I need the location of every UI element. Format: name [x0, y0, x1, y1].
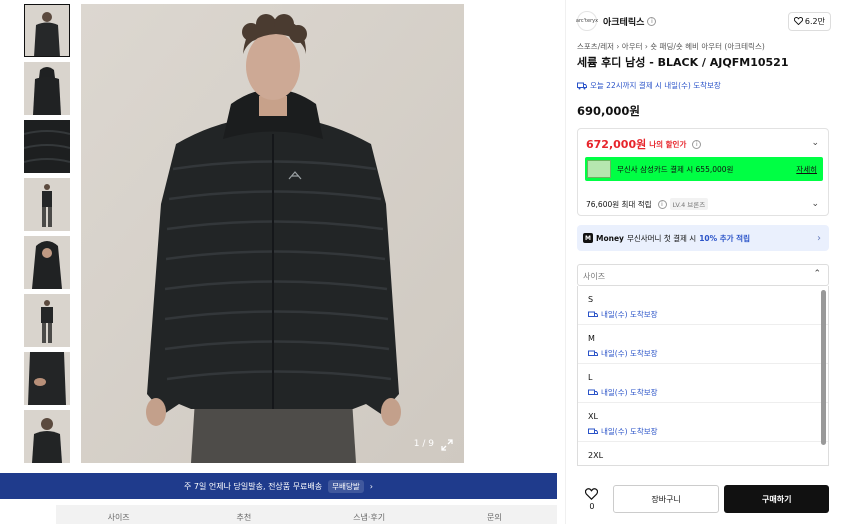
truck-icon	[588, 311, 598, 317]
column-divider	[565, 0, 566, 524]
thumbnail-hood[interactable]	[24, 236, 70, 289]
size-label: XL	[588, 412, 598, 421]
tab-size[interactable]: 사이즈	[56, 505, 182, 524]
product-title: 세륨 후디 남성 - BLACK / AJQFM10521	[577, 56, 789, 69]
level-badge: LV.4 브론즈	[669, 198, 709, 210]
thumbnail-pocket[interactable]	[24, 352, 70, 405]
banner-badge: 무배당발	[328, 479, 364, 493]
points-info-icon[interactable]: i	[657, 199, 667, 209]
size-label: S	[588, 295, 594, 304]
product-info-panel: arc'teryx 아크테릭스 i 6.2만 스포츠/레저 › 아우터 › 숏 …	[570, 0, 850, 524]
tab-info[interactable]	[0, 505, 56, 524]
add-to-cart-button[interactable]: 장바구니	[612, 485, 720, 513]
thumbnail-collar[interactable]	[24, 410, 70, 463]
musinsa-money-promo[interactable]: M Money 무신사머니 첫 결제 시 10% 추가 적립 ›	[577, 225, 829, 251]
thumbnail-front[interactable]	[24, 4, 70, 57]
brand-row: arc'teryx 아크테릭스 i 6.2만	[576, 11, 831, 31]
product-tabs: 사이즈 추천 스냅·후기 문의	[0, 505, 557, 524]
buy-now-button[interactable]: 구매하기	[724, 485, 829, 513]
size-label: M	[588, 334, 595, 343]
discount-info-icon[interactable]: i	[692, 139, 702, 149]
delivery-guarantee: 오늘 22시까지 결제 시 내일(수) 도착보장	[577, 80, 721, 91]
card-detail-link[interactable]: 자세히	[796, 164, 817, 175]
expand-icon[interactable]	[440, 438, 454, 452]
like-count: 0	[589, 501, 595, 511]
size-option-xl[interactable]: XL 내일(수) 도착보장	[578, 403, 828, 442]
size-delivery: 내일(수) 도착보장	[588, 309, 818, 320]
heart-icon	[793, 17, 803, 25]
chevron-right-icon: ›	[369, 481, 373, 491]
truck-icon	[588, 350, 598, 356]
size-label: 2XL	[588, 451, 604, 460]
original-price: 690,000원	[577, 104, 640, 118]
size-option-s[interactable]: S 내일(수) 도착보장	[578, 286, 828, 325]
points-text: 76,600원 최대 적립	[586, 199, 652, 209]
money-highlight: 10% 추가 적립	[699, 233, 750, 243]
size-delivery: 내일(수) 도착보장	[588, 387, 818, 398]
heart-icon	[585, 487, 599, 500]
brand-like-count: 6.2만	[804, 16, 825, 26]
size-label: L	[588, 373, 593, 382]
thumbnail-back[interactable]	[24, 62, 70, 115]
size-delivery-text: 내일(수) 도착보장	[601, 427, 658, 436]
size-dropdown-list: S 내일(수) 도착보장 M 내일(수) 도착보장 L 내일(수) 도착보장 X…	[577, 286, 829, 466]
chevron-down-icon[interactable]: ⌄	[811, 138, 819, 148]
brand-like-button[interactable]: 6.2만	[787, 11, 831, 31]
money-logo-icon: M	[583, 233, 593, 243]
free-shipping-banner[interactable]: 주 7일 언제나 당일발송, 전상품 무료배송 무배당발 ›	[0, 473, 557, 499]
discount-label: 나의 할인가	[649, 139, 687, 149]
tab-inquiry[interactable]: 문의	[431, 505, 557, 524]
size-placeholder: 사이즈	[583, 272, 606, 281]
thumbnail-strip	[24, 4, 71, 468]
purchase-bar: 0 장바구니 구매하기	[577, 484, 829, 514]
truck-icon	[577, 82, 587, 89]
thumbnail-detail[interactable]	[24, 120, 70, 173]
size-delivery-text: 내일(수) 도착보장	[601, 310, 658, 319]
size-select[interactable]: 사이즈 ⌃	[577, 264, 829, 286]
card-promo-text: 무신사 삼성카드 결제 시 655,000원	[617, 164, 734, 174]
size-list-scrollbar[interactable]	[821, 290, 826, 445]
size-delivery-text: 내일(수) 도착보장	[601, 349, 658, 358]
brand-logo[interactable]: arc'teryx	[576, 11, 598, 31]
discount-price: 672,000원	[586, 138, 647, 151]
truck-icon	[588, 389, 598, 395]
size-option-2xl[interactable]: 2XL	[578, 442, 828, 465]
delivery-text: 오늘 22시까지 결제 시 내일(수) 도착보장	[590, 81, 721, 90]
money-brand: Money	[596, 233, 624, 243]
card-promo-bar[interactable]: 무신사 삼성카드 결제 시 655,000원 자세히	[585, 157, 823, 181]
breadcrumb[interactable]: 스포츠/레저 › 아우터 › 숏 패딩/숏 헤비 아우터 (아크테릭스)	[577, 41, 765, 52]
image-counter: 1 / 9	[413, 439, 434, 449]
main-product-image[interactable]: 1 / 9	[81, 4, 464, 463]
chevron-down-icon[interactable]: ⌄	[811, 199, 819, 209]
card-image	[587, 160, 611, 178]
size-option-l[interactable]: L 내일(수) 도착보장	[578, 364, 828, 403]
brand-name[interactable]: 아크테릭스	[603, 15, 644, 28]
truck-icon	[588, 428, 598, 434]
banner-text: 주 7일 언제나 당일발송, 전상품 무료배송	[184, 481, 323, 491]
tab-snap-review[interactable]: 스냅·후기	[306, 505, 432, 524]
size-delivery: 내일(수) 도착보장	[588, 348, 818, 359]
thumbnail-side[interactable]	[24, 294, 70, 347]
chevron-right-icon: ›	[817, 232, 821, 244]
money-text: 무신사머니 첫 결제 시	[626, 233, 697, 243]
size-option-m[interactable]: M 내일(수) 도착보장	[578, 325, 828, 364]
discount-box: 672,000원 나의 할인가 i ⌄ 무신사 삼성카드 결제 시 655,00…	[577, 128, 829, 216]
like-button[interactable]: 0	[577, 487, 607, 511]
info-icon[interactable]: i	[647, 16, 657, 26]
points-row[interactable]: 76,600원 최대 적립 i LV.4 브론즈	[586, 198, 709, 210]
my-discount-row[interactable]: 672,000원 나의 할인가 i	[586, 136, 702, 152]
chevron-up-icon: ⌃	[813, 269, 821, 279]
size-delivery: 내일(수) 도착보장	[588, 426, 818, 437]
tab-recommend[interactable]: 추천	[181, 505, 307, 524]
thumbnail-full-body[interactable]	[24, 178, 70, 231]
size-delivery-text: 내일(수) 도착보장	[601, 388, 658, 397]
